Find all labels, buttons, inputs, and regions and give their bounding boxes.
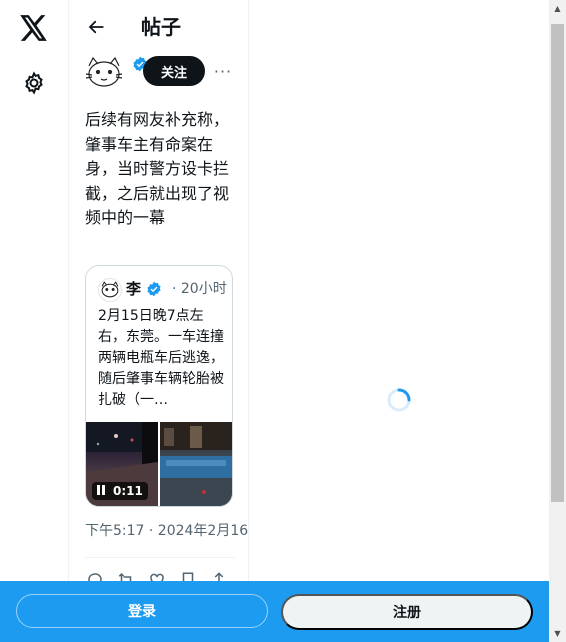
gear-icon[interactable] <box>18 67 50 99</box>
video-duration: 0:11 <box>113 484 143 498</box>
post-timestamp[interactable]: 下午5:17 · 2024年2月16日 <box>85 521 248 541</box>
quoted-text: 2月15日晚7点左右，东莞。一车连撞两辆电瓶车后逃逸，随后肇事车辆轮胎被扎破（一… <box>98 308 224 408</box>
login-button[interactable]: 登录 <box>16 594 268 628</box>
verified-badge-icon <box>146 281 162 297</box>
image-thumbnail[interactable] <box>160 422 232 506</box>
bottom-auth-bar: 登录 注册 <box>0 581 549 642</box>
left-nav-rail <box>0 0 69 642</box>
more-options-icon[interactable]: ··· <box>212 60 234 82</box>
post-column: 帖子 关注 ··· 后续有网友补充称，肇事车主有命案在身，当时警方设卡拦截，之后… <box>69 0 249 642</box>
quoted-author-name: 李 <box>126 280 142 298</box>
back-arrow-icon[interactable] <box>83 14 109 40</box>
vertical-scrollbar[interactable]: ▲ ▼ <box>549 0 566 642</box>
divider <box>85 557 235 558</box>
quoted-time: · 20小时 <box>172 281 227 297</box>
page-title: 帖子 <box>141 15 181 39</box>
post-text: 后续有网友补充称，肇事车主有命案在身，当时警方设卡拦截，之后就出现了视频中的一幕 <box>85 110 230 227</box>
video-duration-badge: 0:11 <box>92 482 148 500</box>
scroll-up-icon[interactable]: ▲ <box>549 0 566 17</box>
scroll-down-icon[interactable]: ▼ <box>549 625 566 642</box>
scrollbar-thumb[interactable] <box>551 24 564 502</box>
follow-button[interactable]: 关注 <box>143 56 205 86</box>
quoted-post-card[interactable]: 李 · 20小时 2月15日晚7点左右，东莞。一车连撞两辆电瓶车后逃逸，随后肇事… <box>85 265 233 507</box>
x-logo-icon[interactable] <box>16 10 52 46</box>
pause-icon <box>97 484 107 498</box>
avatar[interactable] <box>83 52 125 94</box>
quoted-avatar <box>98 278 122 302</box>
video-thumbnail[interactable]: 0:11 <box>86 422 158 506</box>
signup-button[interactable]: 注册 <box>281 594 533 630</box>
loading-spinner-icon <box>386 387 412 413</box>
